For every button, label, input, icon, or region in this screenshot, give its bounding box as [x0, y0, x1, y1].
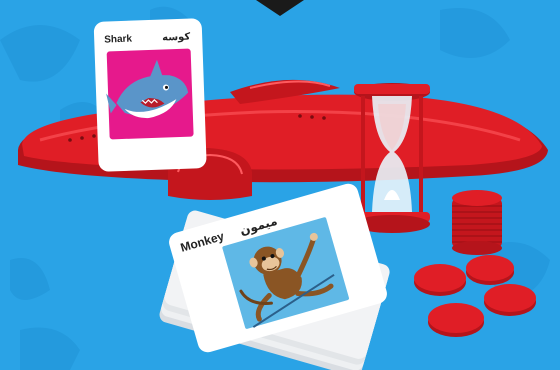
shark-card: Shark كوسه [93, 18, 207, 172]
game-photo-scene: Shark كوسه Monkey ميمون [0, 0, 560, 370]
chip-stack [452, 190, 502, 255]
shark-card-label-ar: كوسه [162, 32, 191, 44]
shark-card-label-en: Shark [104, 34, 133, 46]
scene-illustration: Shark كوسه Monkey ميمون [0, 0, 560, 370]
